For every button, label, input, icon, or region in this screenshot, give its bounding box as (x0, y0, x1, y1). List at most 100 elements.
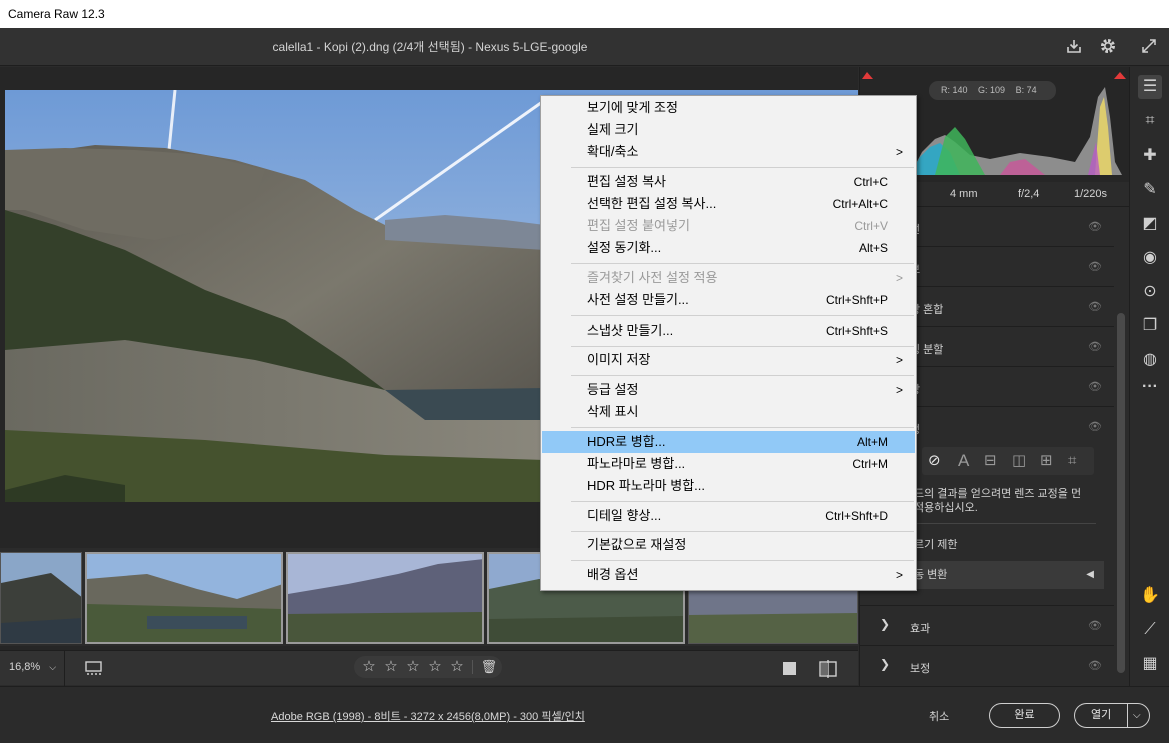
document-header: calella1 - Kopi (2).dng (2/4개 선택됨) - Nex… (0, 28, 1169, 66)
workflow-options-link[interactable]: Adobe RGB (1998) - 8비트 - 3272 x 2456(8,0… (271, 708, 585, 724)
menu-separator (571, 167, 914, 168)
eye-icon[interactable]: 👁︎ (1088, 300, 1102, 313)
auto-icon[interactable]: A (958, 447, 969, 475)
chevron-down-icon[interactable]: ⌵ (1133, 704, 1141, 727)
red-eye-icon[interactable]: ⊙ (1138, 280, 1162, 304)
brush-icon[interactable]: ✎ (1138, 178, 1162, 202)
scrollbar-thumb[interactable] (1117, 313, 1125, 673)
menu-item-copy-settings[interactable]: 편집 설정 복사 Ctrl+C (542, 171, 915, 193)
star-icon[interactable]: ☆ (446, 656, 468, 678)
filmstrip-thumbnail[interactable] (286, 552, 484, 644)
menu-item-mark-for-deletion[interactable]: 삭제 표시 (542, 401, 915, 423)
eyedropper-icon[interactable]: ⟋ (1138, 618, 1162, 642)
save-icon[interactable] (1064, 37, 1084, 57)
menu-item-paste-settings: 편집 설정 붙여넣기 Ctrl+V (542, 215, 915, 237)
before-after-icon[interactable] (818, 659, 838, 684)
menu-item-save-image[interactable]: 이미지 저장 > (542, 349, 915, 371)
menu-item-copy-selected-settings[interactable]: 선택한 편집 설정 복사... Ctrl+Alt+C (542, 193, 915, 215)
star-icon[interactable]: ☆ (424, 656, 446, 678)
open-button[interactable]: 열기 ⌵ (1074, 703, 1150, 728)
auto-transform-row[interactable]: 동 변환 ◀ (900, 561, 1104, 589)
menu-separator (571, 263, 914, 264)
blue-value: B: 74 (1015, 85, 1037, 95)
star-icon[interactable]: ☆ (402, 656, 424, 678)
menu-item-label: 사전 설정 만들기... (587, 292, 689, 307)
eye-icon[interactable]: 👁︎ (1088, 220, 1102, 233)
lens-note-line: 드의 결과를 얻으려면 렌즈 교정을 먼 (914, 488, 1082, 500)
level-icon[interactable]: ⊟ (984, 447, 997, 475)
constrain-crop-checkbox[interactable]: 르기 제한 (914, 536, 958, 552)
grid-icon[interactable]: ▦ (1138, 652, 1162, 676)
menu-item-merge-hdr-panorama[interactable]: HDR 파노라마 병합... (542, 475, 915, 497)
guided-icon[interactable]: ⌗ (1068, 447, 1076, 475)
section-label: 효과 (910, 623, 931, 635)
section-label: 보정 (910, 663, 931, 675)
gradient-icon[interactable]: ◩ (1138, 212, 1162, 236)
radial-filter-icon[interactable]: ◉ (1138, 246, 1162, 270)
hand-icon[interactable]: ✋ (1138, 584, 1162, 608)
menu-separator (571, 375, 914, 376)
menu-item-sync-settings[interactable]: 설정 동기화... Alt+S (542, 237, 915, 259)
more-icon[interactable]: ··· (1138, 375, 1162, 399)
panel-scrollbar[interactable] (1114, 208, 1128, 684)
chevron-right-icon: ❯ (880, 617, 891, 631)
menu-item-background-options[interactable]: 배경 옵션 > (542, 564, 915, 586)
menu-item-label: 이미지 저장 (587, 352, 651, 367)
menu-item-create-preset[interactable]: 사전 설정 만들기... Ctrl+Shft+P (542, 289, 915, 311)
shutter-speed: 1/220s (1074, 188, 1108, 200)
red-value: R: 140 (941, 85, 968, 95)
fullscreen-icon[interactable] (1139, 37, 1159, 57)
eye-icon[interactable]: 👁︎ (1088, 619, 1102, 632)
filmstrip-toggle-icon[interactable] (84, 659, 104, 682)
menu-item-shortcut: Ctrl+Shft+S (825, 324, 888, 338)
menu-item-merge-panorama[interactable]: 파노라마로 병합... Ctrl+M (542, 453, 915, 475)
menu-separator (571, 315, 914, 316)
green-value: G: 109 (978, 85, 1006, 95)
calibration-section[interactable]: ❯ 보정 👁︎ (860, 646, 1114, 686)
star-icon[interactable]: ☆ (380, 656, 402, 678)
collapse-icon[interactable]: ◀ (1086, 561, 1094, 589)
filmstrip-thumbnail[interactable] (0, 552, 82, 644)
done-button[interactable]: 완료 (989, 703, 1060, 728)
submenu-arrow-icon: > (895, 383, 903, 397)
vertical-icon[interactable]: ◫ (1012, 447, 1026, 475)
menu-item-merge-hdr[interactable]: HDR로 병합... Alt+M (542, 431, 915, 453)
eye-icon[interactable]: 👁︎ (1088, 659, 1102, 672)
menu-item-enhance-details[interactable]: 디테일 향상... Ctrl+Shft+D (542, 505, 915, 527)
menu-item-shortcut: Ctrl+Shft+D (825, 509, 888, 523)
eye-icon[interactable]: 👁︎ (1088, 340, 1102, 353)
full-icon[interactable]: ⊞ (1040, 447, 1053, 475)
presets-icon[interactable]: ◍ (1138, 348, 1162, 372)
menu-separator (571, 531, 914, 532)
tool-strip: ☰ ⌗ ✚ ✎ ◩ ◉ ⊙ ❐ ◍ ··· ✋ ⟋ ▦ (1129, 67, 1169, 686)
eye-icon[interactable]: 👁︎ (1088, 380, 1102, 393)
geometry-buttons: ⊘ A ⊟ ◫ ⊞ ⌗ (922, 447, 1094, 475)
menu-item-fit[interactable]: 보기에 맞게 조정 (542, 97, 915, 119)
menu-separator (571, 346, 914, 347)
star-icon[interactable]: ☆ (358, 656, 380, 678)
filmstrip-thumbnail[interactable] (85, 552, 283, 644)
menu-item-reset-defaults[interactable]: 기본값으로 재설정 (542, 534, 915, 556)
gear-icon[interactable] (1098, 37, 1118, 57)
snapshots-icon[interactable]: ❐ (1138, 314, 1162, 338)
eye-icon[interactable]: 👁︎ (1088, 420, 1102, 433)
effects-section[interactable]: ❯ 효과 👁︎ (860, 606, 1114, 646)
menu-item-create-snapshot[interactable]: 스냅샷 만들기... Ctrl+Shft+S (542, 320, 915, 342)
healing-icon[interactable]: ✚ (1138, 144, 1162, 168)
context-menu: 보기에 맞게 조정 실제 크기 확대/축소 > 편집 설정 복사 Ctrl+C 선택… (540, 95, 917, 591)
edit-sliders-icon[interactable]: ☰ (1138, 75, 1162, 99)
off-icon[interactable]: ⊘ (928, 447, 941, 475)
single-view-icon[interactable] (781, 660, 799, 683)
trash-icon[interactable]: 🗑︎ (478, 656, 500, 678)
divider (64, 651, 65, 686)
menu-item-set-rating[interactable]: 등급 설정 > (542, 379, 915, 401)
cancel-button[interactable]: 취소 (929, 708, 949, 724)
menu-item-label: 등급 설정 (587, 382, 639, 397)
eye-icon[interactable]: 👁︎ (1088, 260, 1102, 273)
menu-item-actual-size[interactable]: 실제 크기 (542, 119, 915, 141)
menu-item-zoom[interactable]: 확대/축소 > (542, 141, 915, 163)
menu-item-label: 보기에 맞게 조정 (587, 100, 678, 115)
menu-item-shortcut: Ctrl+C (853, 175, 888, 189)
zoom-select[interactable]: 16,8% ⌵ (9, 661, 56, 673)
crop-icon[interactable]: ⌗ (1138, 109, 1162, 133)
